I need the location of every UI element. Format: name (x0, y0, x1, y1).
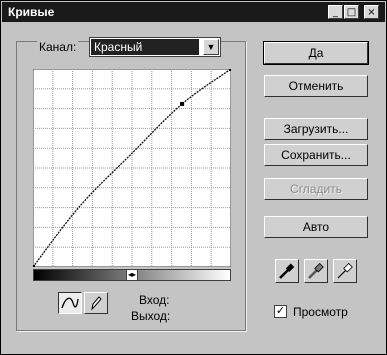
curve-icon (61, 297, 79, 309)
curve-plot[interactable] (33, 69, 231, 267)
pencil-icon (91, 296, 102, 311)
title-bar[interactable]: Кривые _ □ × (2, 2, 385, 22)
curve-control-point[interactable] (180, 101, 185, 106)
curve-control-point[interactable] (229, 69, 231, 71)
eyedropper-gray-icon (308, 262, 324, 279)
channel-selected-value: Красный (91, 39, 199, 55)
pencil-tool-button[interactable] (84, 292, 108, 314)
gradient-toggle-icon[interactable]: ◂▸ (126, 269, 138, 281)
eyedropper-white-icon (337, 262, 353, 279)
curve-tool-button[interactable] (58, 292, 82, 314)
eyedropper-gray-button[interactable] (304, 259, 328, 283)
close-button[interactable]: × (364, 5, 379, 19)
curve-graph[interactable] (33, 69, 231, 267)
curves-dialog: Кривые _ □ × Канал: Красный ▼ ◂▸ Вход: В… (0, 0, 387, 355)
curve-control-point[interactable] (33, 265, 35, 267)
channel-label: Канал: (37, 40, 79, 54)
window-title: Кривые (8, 5, 55, 19)
cancel-button[interactable]: Отменить (264, 75, 368, 97)
eyedropper-black-icon (279, 263, 295, 279)
preview-label[interactable]: Просмотр (293, 305, 348, 319)
maximize-button[interactable]: □ (344, 5, 359, 19)
ok-button[interactable]: Да (263, 41, 369, 65)
output-label: Выход: (131, 309, 171, 323)
minimize-button[interactable]: _ (328, 5, 343, 19)
save-button[interactable]: Сохранить... (264, 144, 368, 166)
eyedropper-black-button[interactable] (275, 259, 299, 283)
channel-select[interactable]: Красный ▼ (89, 37, 221, 57)
load-button[interactable]: Загрузить... (264, 118, 368, 140)
auto-button[interactable]: Авто (264, 216, 368, 238)
chevron-down-icon[interactable]: ▼ (203, 39, 219, 55)
preview-checkbox[interactable]: ✓ (274, 305, 287, 318)
smooth-button[interactable]: Сгладить (264, 178, 368, 200)
eyedropper-white-button[interactable] (333, 259, 357, 283)
input-label: Вход: (139, 293, 170, 307)
